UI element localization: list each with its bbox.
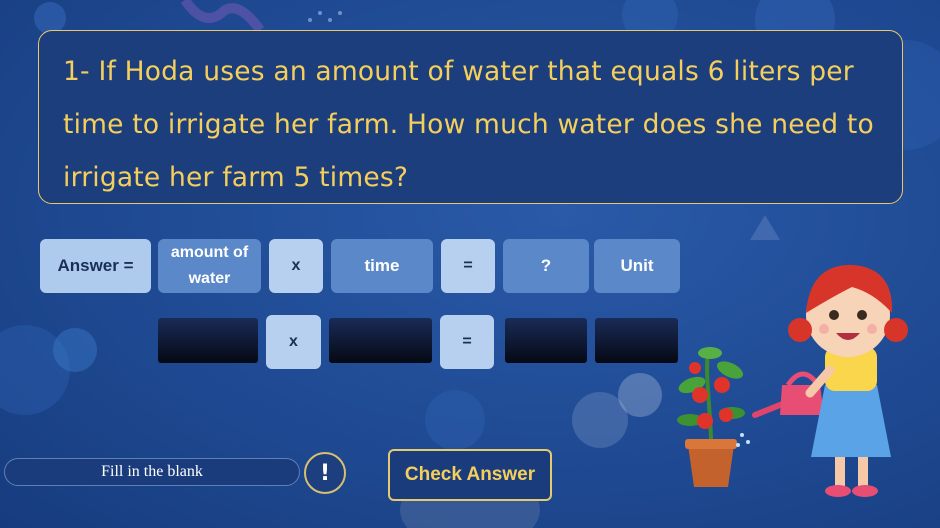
result-blank-field[interactable] [505,318,587,363]
check-answer-label: Check Answer [404,464,536,485]
girl-watering-plant-illustration [677,264,908,497]
info-button[interactable]: ! [304,452,346,494]
multiply-symbol: x [291,257,301,274]
unit-label: Unit [620,256,654,275]
result-tile: ? [503,239,589,293]
time-tile: time [331,239,433,293]
time-blank-field[interactable] [329,318,432,363]
time-label: time [364,256,400,275]
hint-pill: Fill in the blank [4,458,300,486]
exclamation-icon: ! [319,460,331,486]
equals-symbol: = [463,257,473,274]
amount-blank-field[interactable] [158,318,258,363]
answer-label: Answer = [57,256,134,275]
result-placeholder: ? [540,256,552,275]
answer-label-tile: Answer = [40,239,151,293]
equals-symbol: = [462,333,472,350]
multiply-tile: x [269,239,323,293]
multiply-tile-input-row: x [266,315,321,369]
check-answer-button[interactable]: Check Answer [388,449,552,501]
question-text: 1- If Hoda uses an amount of water that … [63,56,874,193]
question-panel: 1- If Hoda uses an amount of water that … [38,30,903,204]
equals-tile: = [441,239,495,293]
amount-of-water-label: amount of water [170,244,249,287]
multiply-symbol: x [289,333,298,350]
amount-of-water-tile: amount of water [158,239,261,293]
hint-text: Fill in the blank [101,463,203,480]
equals-tile-input-row: = [440,315,494,369]
